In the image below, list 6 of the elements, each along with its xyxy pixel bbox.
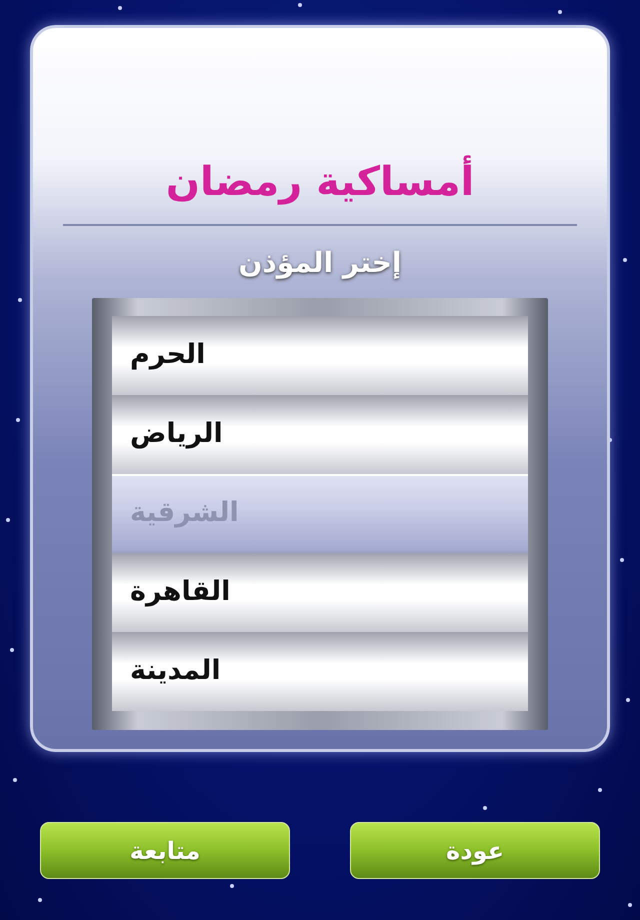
- picker-option[interactable]: المدينة: [112, 632, 528, 711]
- picker-heading: إختر المؤذن: [237, 245, 403, 281]
- picker-option[interactable]: الرياض: [112, 395, 528, 474]
- picker-option[interactable]: القاهرة: [112, 553, 528, 632]
- picker-wheel[interactable]: الحرم الرياض الشرقية القاهرة المدينة: [92, 298, 548, 730]
- picker-option[interactable]: الحرم: [112, 316, 528, 395]
